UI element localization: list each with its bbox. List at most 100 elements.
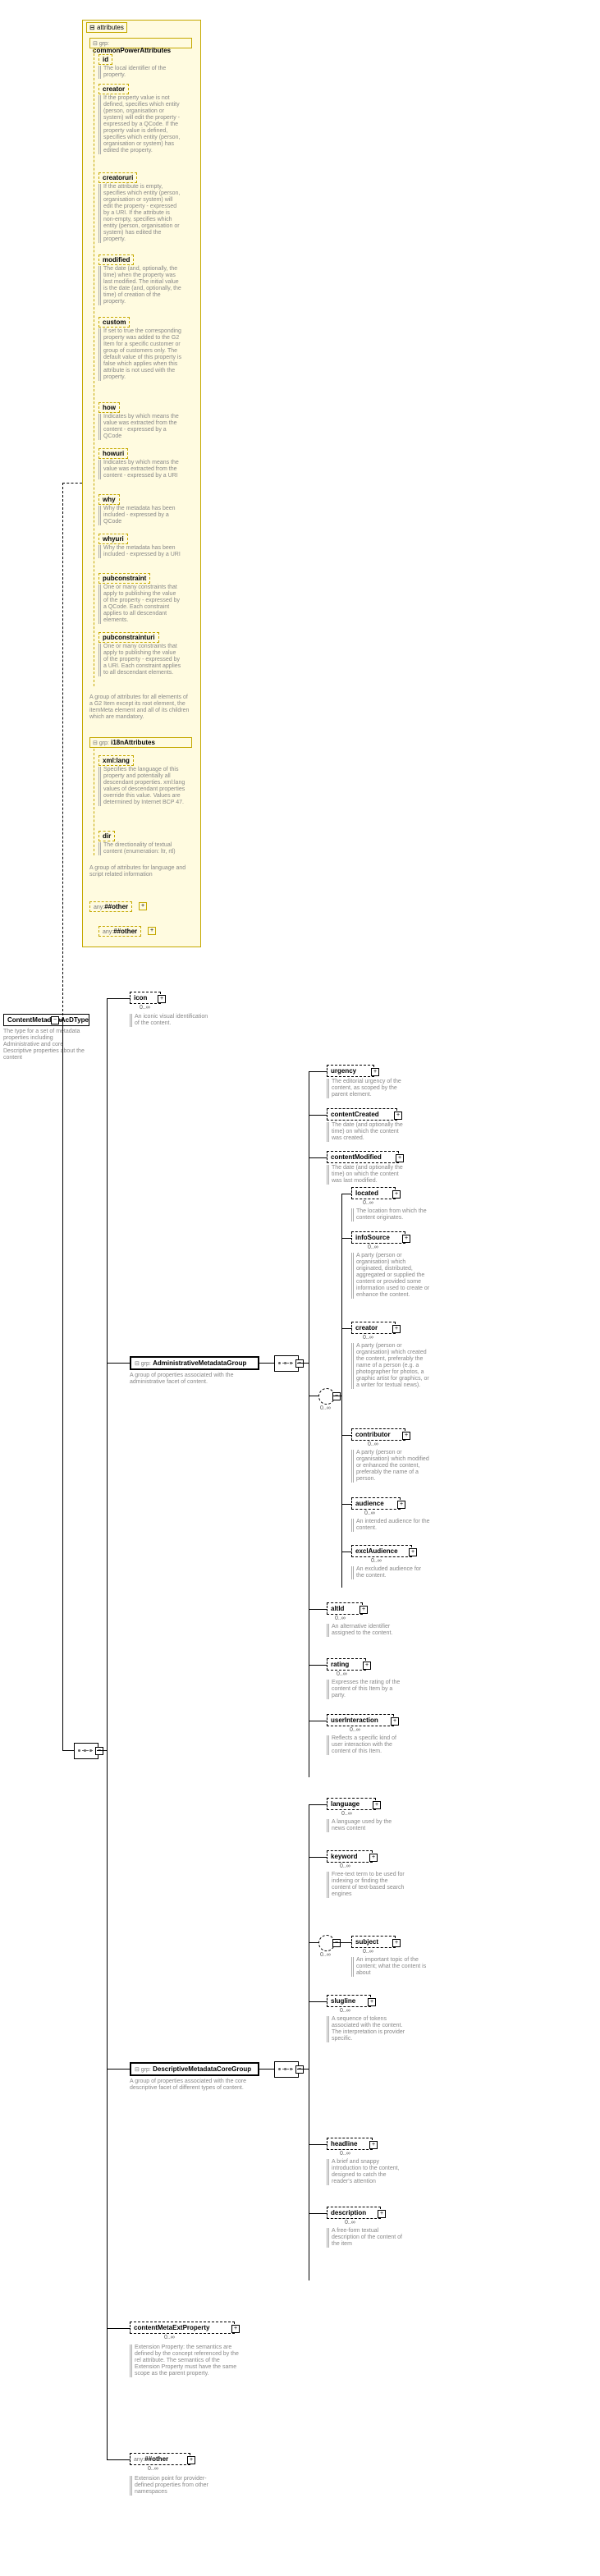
line xyxy=(333,1942,351,1943)
grp-commonpower: ⊟ grp: commonPowerAttributes xyxy=(89,38,192,48)
expand-icon[interactable]: + xyxy=(402,1235,410,1243)
expand-icon[interactable]: + xyxy=(158,995,166,1003)
attributes-container: ⊟ attributes xyxy=(82,20,201,947)
card-icon: 0..∞ xyxy=(140,1005,150,1011)
attr-creator: creator xyxy=(98,84,129,94)
expand-icon[interactable]: + xyxy=(139,902,147,910)
attr-xmllang: xml:lang xyxy=(98,755,134,766)
line xyxy=(297,2069,309,2070)
expand-icon[interactable]: − xyxy=(51,1016,59,1024)
root-type-desc: The type for a set of metadata propertie… xyxy=(3,1029,85,1061)
desc-desc: A free-form textual description of the c… xyxy=(327,2228,405,2248)
card-kw: 0..∞ xyxy=(340,1863,350,1869)
attr-modified: modified xyxy=(98,254,134,265)
expand-icon[interactable]: − xyxy=(332,1939,341,1947)
el-altid: altId xyxy=(327,1602,363,1615)
el-located: located xyxy=(351,1187,396,1199)
desc-urgency: The editorial urgency of the content, as… xyxy=(327,1079,405,1098)
attr-whyuri: whyuri xyxy=(98,534,128,544)
expand-icon[interactable]: + xyxy=(392,1190,401,1199)
expand-icon[interactable]: + xyxy=(187,2456,195,2464)
commonpower-footer: A group of attributes for all elements o… xyxy=(89,694,191,721)
card-rating: 0..∞ xyxy=(337,1671,347,1677)
expand-icon[interactable]: + xyxy=(231,2325,240,2333)
expand-icon[interactable]: + xyxy=(373,1801,381,1809)
el-audience: audience xyxy=(351,1497,401,1510)
desc-slug: A sequence of tokens associated with the… xyxy=(327,2016,405,2042)
attr-how-desc: Indicates by which means the value was e… xyxy=(98,414,182,440)
desc-rating: Expresses the rating of the content of t… xyxy=(327,1680,405,1699)
card-slug: 0..∞ xyxy=(340,2008,350,2014)
expand-icon[interactable]: + xyxy=(371,1068,379,1076)
line xyxy=(62,1750,74,1751)
line xyxy=(259,2069,274,2070)
card-lang: 0..∞ xyxy=(341,1811,352,1817)
attr-custom-desc: If set to true the corresponding propert… xyxy=(98,328,182,381)
expand-icon[interactable]: + xyxy=(363,1662,371,1670)
attr-why: why xyxy=(98,494,120,505)
line xyxy=(62,483,82,484)
el-creator: creator xyxy=(351,1322,396,1334)
expand-icon[interactable]: + xyxy=(396,1154,404,1162)
expand-icon[interactable]: + xyxy=(391,1717,399,1726)
card-infosource: 0..∞ xyxy=(368,1244,378,1250)
desc-ui: Reflects a specific kind of user interac… xyxy=(327,1735,405,1755)
expand-icon[interactable]: + xyxy=(409,1548,417,1556)
line xyxy=(309,2001,327,2002)
card-choice: 0..∞ xyxy=(320,1405,331,1411)
card-ext: 0..∞ xyxy=(164,2335,175,2340)
expand-icon[interactable]: + xyxy=(369,2141,378,2149)
expand-icon[interactable]: + xyxy=(378,2210,386,2218)
line xyxy=(62,1020,63,1750)
grp-admin: ⊟ grp: AdministrativeMetadataGroup xyxy=(130,1356,259,1370)
desc-infosource: A party (person or organisation) which o… xyxy=(351,1253,430,1299)
desc-ext: Extension Property: the semantics are de… xyxy=(130,2345,241,2377)
expand-icon[interactable]: − xyxy=(95,1747,103,1755)
desc-lang: A language used by the news content xyxy=(327,1819,405,1832)
card-subj: 0..∞ xyxy=(363,1949,373,1955)
el-contentmetaext: contentMetaExtProperty xyxy=(130,2322,235,2334)
line xyxy=(309,1609,327,1610)
expand-icon[interactable]: + xyxy=(148,927,156,935)
card-anyother: 0..∞ xyxy=(148,2466,158,2472)
line xyxy=(107,998,108,2459)
attr-dir-desc: The directionality of textual content (e… xyxy=(98,842,187,855)
el-contentcreated: contentCreated xyxy=(327,1108,397,1121)
line xyxy=(107,1363,130,1364)
expand-icon[interactable]: + xyxy=(402,1432,410,1440)
line xyxy=(107,2069,130,2070)
attr-why-desc: Why the metadata has been included - exp… xyxy=(98,506,182,525)
expand-icon[interactable]: + xyxy=(392,1939,401,1947)
line xyxy=(62,483,63,1020)
line xyxy=(107,998,130,999)
el-language: language xyxy=(327,1798,376,1810)
attr-pubconstraint: pubconstraint xyxy=(98,573,150,584)
line xyxy=(309,1942,318,1943)
el-keyword: keyword xyxy=(327,1850,373,1863)
expand-icon[interactable]: − xyxy=(332,1392,341,1400)
expand-icon[interactable]: + xyxy=(369,1854,378,1862)
expand-icon[interactable]: + xyxy=(394,1112,402,1120)
card-desc: 0..∞ xyxy=(345,2220,355,2225)
expand-icon[interactable]: + xyxy=(368,1998,376,2006)
card-hl: 0..∞ xyxy=(340,2151,350,2157)
expand-icon[interactable]: − xyxy=(295,2065,304,2074)
el-headline: headline xyxy=(327,2138,373,2150)
desc-desccore: A group of properties associated with th… xyxy=(130,2079,256,2092)
expand-icon[interactable]: − xyxy=(295,1359,304,1368)
line xyxy=(341,1435,351,1436)
expand-icon[interactable]: + xyxy=(397,1501,405,1509)
desc-kw: Free-text term to be used for indexing o… xyxy=(327,1872,405,1898)
expand-icon[interactable]: + xyxy=(392,1325,401,1333)
el-subject: subject xyxy=(351,1936,396,1948)
expand-icon[interactable]: + xyxy=(360,1606,368,1614)
desc-aud: An intended audience for the content. xyxy=(351,1519,430,1532)
grp-i18n: ⊟ grp: i18nAttributes xyxy=(89,737,192,748)
line xyxy=(297,1363,309,1364)
line xyxy=(309,1665,327,1666)
attr-xmllang-desc: Specifies the language of this property … xyxy=(98,767,187,806)
attr-anyother: any:##other xyxy=(89,901,132,912)
line xyxy=(259,1363,274,1364)
line xyxy=(309,1071,327,1072)
attributes-hdr: ⊟ attributes xyxy=(86,22,127,33)
